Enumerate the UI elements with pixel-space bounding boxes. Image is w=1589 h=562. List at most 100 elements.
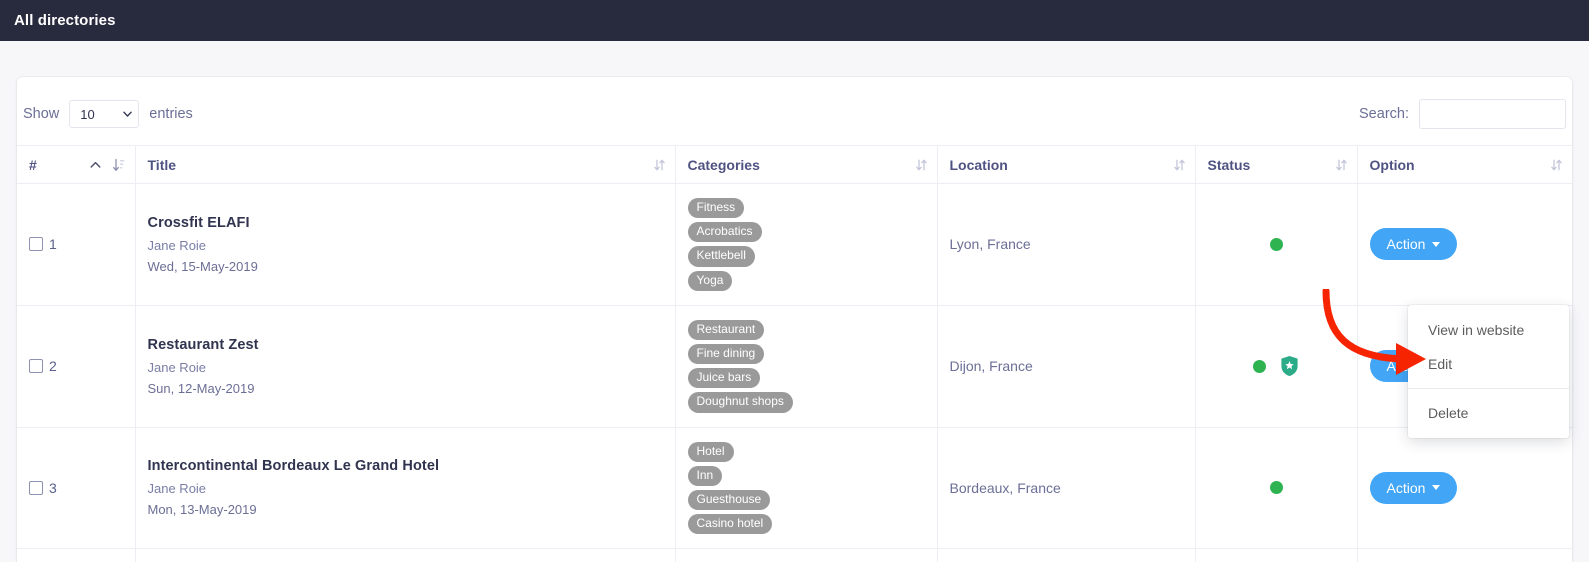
table-body: 1 Crossfit ELAFI Jane Roie Wed, 15-May-2019… — [17, 183, 1572, 562]
action-button[interactable]: Action — [1369, 471, 1458, 504]
category-badge: Fine dining — [687, 343, 765, 365]
option-group: Action — [1369, 471, 1561, 504]
action-button[interactable]: Action — [1369, 228, 1458, 261]
category-badge-list: Hotel Inn Guesthouse Casino hotel — [687, 441, 925, 535]
status-group — [1208, 237, 1345, 251]
row-index: 1 — [49, 236, 57, 253]
category-badge: Yoga — [687, 270, 733, 291]
directory-title: Restaurant Zest — [147, 336, 259, 353]
option-group: Action — [1369, 228, 1561, 261]
cell-option: Action — [1357, 183, 1572, 306]
directory-title: Intercontinental Bordeaux Le Grand Hotel — [147, 458, 440, 475]
cell-status — [1195, 183, 1358, 306]
cell-location: Dijon, France — [937, 305, 1196, 428]
status-active-dot-icon — [1269, 237, 1283, 251]
column-header-num-label: # — [29, 156, 37, 173]
action-button-label: Action — [1386, 236, 1426, 253]
cell-categories: Fitness Acrobatics Kettlebell Yoga — [675, 183, 938, 306]
cell-option: Action — [1357, 548, 1572, 562]
table-row: 3 Intercontinental Bordeaux Le Grand Hote… — [17, 427, 1572, 550]
column-header-option[interactable]: Option — [1357, 145, 1572, 184]
category-badge: Hotel — [687, 441, 734, 462]
table-toolbar: Show 10 entries Search: — [17, 77, 1572, 145]
action-button-label: Action — [1386, 479, 1426, 496]
sort-icon[interactable] — [1551, 158, 1562, 171]
directory-author: Jane Roie — [147, 237, 207, 253]
sort-icon[interactable] — [1173, 158, 1185, 171]
cell-title: Hotel Oceania Hotel de FranceJane RoieMo… — [135, 548, 676, 562]
caret-down-icon — [1432, 485, 1441, 491]
sort-icon[interactable] — [1335, 158, 1347, 171]
dropdown-item-delete[interactable]: Delete — [1408, 396, 1569, 430]
caret-down-icon — [1432, 241, 1441, 247]
row-index: 2 — [49, 358, 57, 375]
cell-num: 2 — [17, 305, 136, 428]
directory-date: Mon, 13-May-2019 — [147, 502, 257, 518]
category-badge: Fitness — [687, 198, 745, 219]
column-header-num[interactable]: # — [17, 145, 136, 184]
cell-status — [1195, 427, 1358, 550]
column-header-title[interactable]: Title — [135, 145, 676, 184]
column-header-location-label: Location — [949, 156, 1008, 173]
verified-shield-icon — [1281, 356, 1298, 377]
page-length-select[interactable]: 10 — [69, 100, 140, 128]
sort-icon[interactable] — [653, 158, 665, 171]
column-header-option-label: Option — [1369, 156, 1415, 173]
table-row: 4Hotel Oceania Hotel de FranceJane RoieM… — [17, 548, 1572, 562]
cell-categories: Restaurant Fine dining Juice bars Doughnut … — [675, 305, 938, 428]
row-checkbox[interactable] — [29, 359, 43, 374]
row-select-group: 3 — [29, 480, 123, 496]
entries-label: entries — [149, 106, 193, 122]
category-badge: Acrobatics — [687, 222, 762, 243]
directory-date: Sun, 12-May-2019 — [147, 380, 255, 396]
directory-location: Bordeaux, France — [949, 479, 1061, 496]
status-group — [1208, 481, 1345, 495]
dropdown-item-edit[interactable]: Edit — [1408, 347, 1569, 381]
row-select-group: 2 — [29, 358, 123, 374]
row-select-group: 1 — [29, 236, 123, 252]
app-header: All directories — [0, 0, 1589, 41]
cell-location: Bordeaux, France — [937, 427, 1196, 550]
column-header-categories[interactable]: Categories — [675, 145, 938, 184]
action-dropdown-menu: View in website Edit Delete — [1408, 305, 1569, 438]
cell-num: 1 — [17, 183, 136, 306]
search-label: Search: — [1359, 106, 1409, 122]
cell-location: Lyon, France — [937, 183, 1196, 306]
column-header-title-label: Title — [147, 156, 177, 173]
row-checkbox[interactable] — [29, 237, 43, 252]
table-row: 2 Restaurant Zest Jane Roie Sun, 12-May-201… — [17, 305, 1572, 428]
directory-date: Wed, 15-May-2019 — [147, 258, 258, 274]
category-badge: Restaurant — [687, 319, 765, 340]
directories-table: # Title Categories Location Status Optio… — [17, 145, 1572, 562]
cell-categories: HotelApartment hotelBed and breakfastGue… — [675, 548, 938, 562]
category-badge-list: Fitness Acrobatics Kettlebell Yoga — [687, 198, 925, 291]
category-badge: Kettlebell — [687, 246, 755, 267]
row-index: 3 — [49, 479, 57, 496]
cell-categories: Hotel Inn Guesthouse Casino hotel — [675, 427, 938, 550]
row-checkbox[interactable] — [29, 480, 43, 495]
page-length-select-wrap: 10 — [69, 100, 140, 128]
table-row: 1 Crossfit ELAFI Jane Roie Wed, 15-May-2019… — [17, 183, 1572, 306]
category-badge: Guesthouse — [687, 489, 771, 511]
cell-status — [1195, 548, 1358, 562]
cell-num: 3 — [17, 427, 136, 550]
directories-card: Show 10 entries Search: # Title Categori… — [17, 77, 1572, 562]
dropdown-item-view-in-website[interactable]: View in website — [1408, 313, 1569, 347]
show-label: Show — [23, 106, 60, 122]
cell-title: Intercontinental Bordeaux Le Grand Hotel… — [135, 427, 676, 550]
status-active-dot-icon — [1269, 481, 1283, 495]
page-body: Show 10 entries Search: # Title Categori… — [0, 41, 1589, 562]
search-input[interactable] — [1419, 99, 1566, 129]
directory-author: Jane Roie — [147, 481, 207, 497]
column-header-location[interactable]: Location — [937, 145, 1196, 184]
directory-author: Jane Roie — [147, 359, 207, 375]
table-header-row: # Title Categories Location Status Optio… — [17, 145, 1572, 184]
sort-amount-icon[interactable] — [112, 158, 125, 172]
category-badge: Doughnut shops — [687, 392, 793, 413]
category-badge-list: Restaurant Fine dining Juice bars Doughnut … — [687, 319, 925, 413]
cell-title: Restaurant Zest Jane Roie Sun, 12-May-2019 — [135, 305, 676, 428]
sort-icon[interactable] — [915, 158, 927, 171]
column-header-status[interactable]: Status — [1195, 145, 1358, 184]
directory-location: Dijon, France — [949, 358, 1033, 375]
table-header: # Title Categories Location Status Optio… — [17, 145, 1572, 184]
